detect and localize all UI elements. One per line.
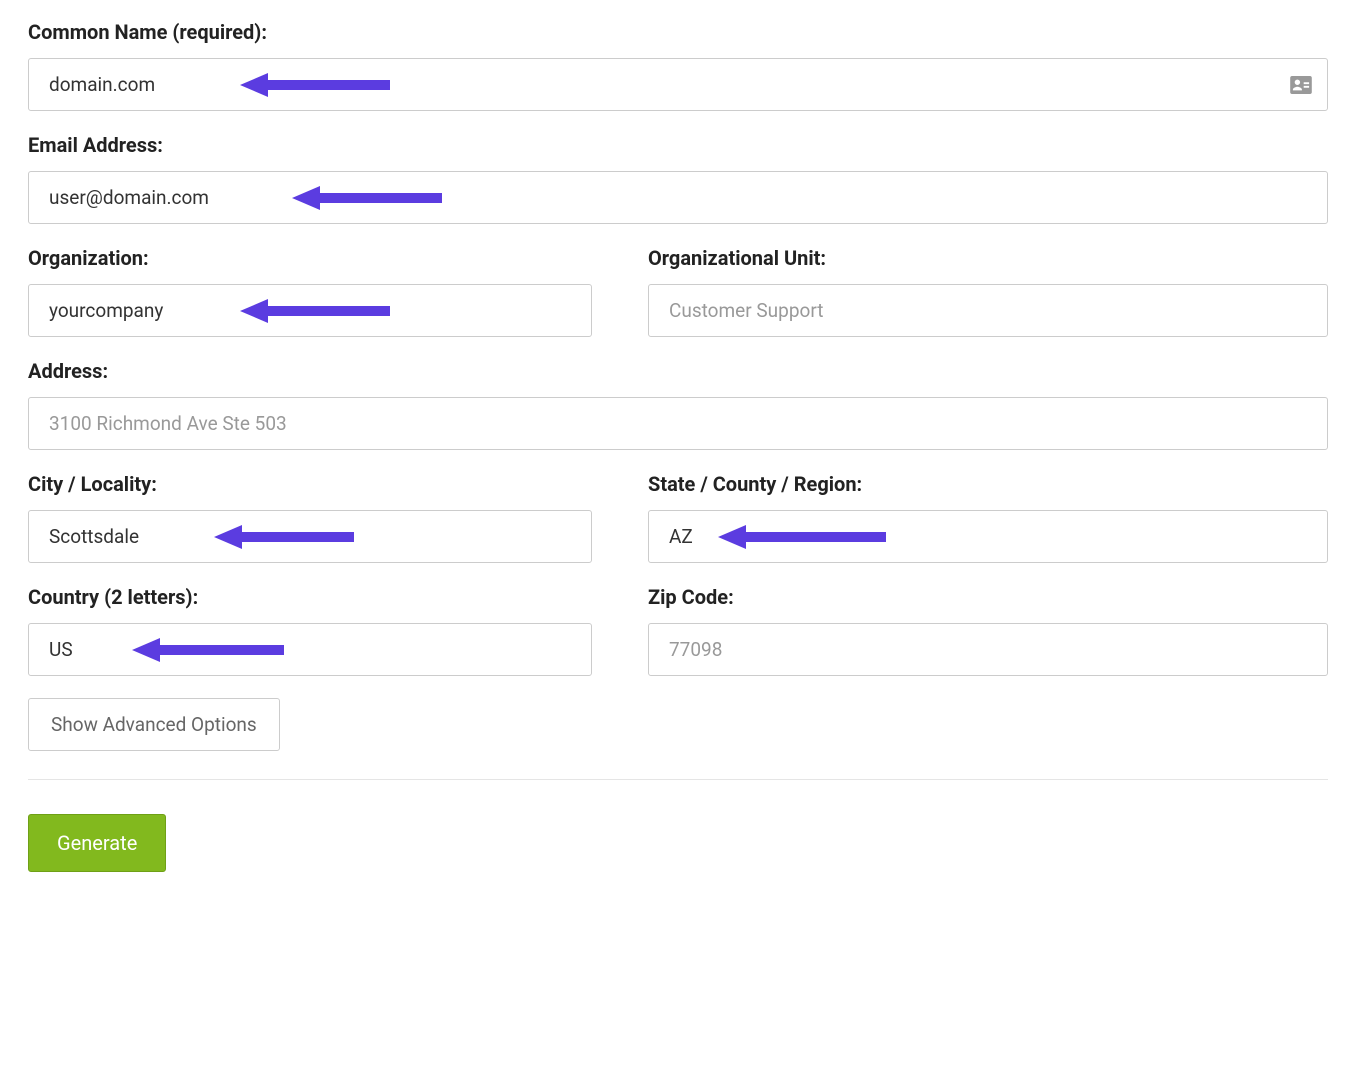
state-input[interactable] xyxy=(648,510,1328,563)
country-wrapper xyxy=(28,623,592,676)
city-wrapper xyxy=(28,510,592,563)
organization-wrapper xyxy=(28,284,592,337)
email-group: Email Address: xyxy=(28,133,1328,224)
state-wrapper xyxy=(648,510,1328,563)
address-input[interactable] xyxy=(28,397,1328,450)
country-group: Country (2 letters): xyxy=(28,585,592,676)
email-wrapper xyxy=(28,171,1328,224)
common-name-group: Common Name (required): xyxy=(28,20,1328,111)
org-unit-input[interactable] xyxy=(648,284,1328,337)
org-unit-wrapper xyxy=(648,284,1328,337)
zip-group: Zip Code: xyxy=(648,585,1328,676)
address-group: Address: xyxy=(28,359,1328,450)
city-input[interactable] xyxy=(28,510,592,563)
zip-input[interactable] xyxy=(648,623,1328,676)
zip-label: Zip Code: xyxy=(648,585,1328,609)
country-input[interactable] xyxy=(28,623,592,676)
address-label: Address: xyxy=(28,359,1328,383)
zip-wrapper xyxy=(648,623,1328,676)
org-row: Organization: Organizational Unit: xyxy=(28,246,1328,359)
state-group: State / County / Region: xyxy=(648,472,1328,563)
id-card-icon xyxy=(1290,76,1312,94)
city-state-row: City / Locality: State / County / Region… xyxy=(28,472,1328,585)
organization-label: Organization: xyxy=(28,246,592,270)
email-input[interactable] xyxy=(28,171,1328,224)
generate-button[interactable]: Generate xyxy=(28,814,166,872)
city-label: City / Locality: xyxy=(28,472,592,496)
email-label: Email Address: xyxy=(28,133,1328,157)
advanced-group: Show Advanced Options xyxy=(28,698,1328,751)
org-unit-label: Organizational Unit: xyxy=(648,246,1328,270)
show-advanced-button[interactable]: Show Advanced Options xyxy=(28,698,280,751)
divider xyxy=(28,779,1328,780)
country-zip-row: Country (2 letters): Zip Code: xyxy=(28,585,1328,698)
common-name-label: Common Name (required): xyxy=(28,20,1328,44)
common-name-wrapper xyxy=(28,58,1328,111)
org-unit-group: Organizational Unit: xyxy=(648,246,1328,337)
address-wrapper xyxy=(28,397,1328,450)
state-label: State / County / Region: xyxy=(648,472,1328,496)
organization-input[interactable] xyxy=(28,284,592,337)
city-group: City / Locality: xyxy=(28,472,592,563)
organization-group: Organization: xyxy=(28,246,592,337)
country-label: Country (2 letters): xyxy=(28,585,592,609)
common-name-input[interactable] xyxy=(28,58,1328,111)
